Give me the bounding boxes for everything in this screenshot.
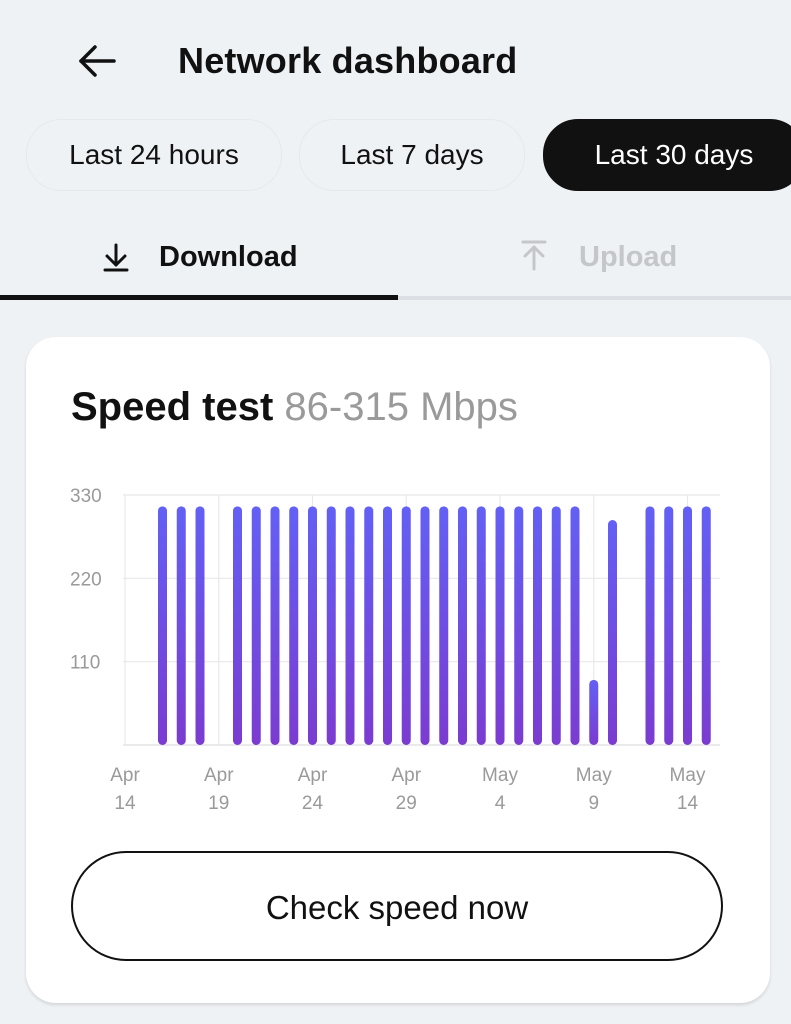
tab-download-label: Download [159, 241, 298, 273]
x-tick-label-day: 4 [495, 793, 506, 814]
bar-apr-22[interactable] [270, 506, 280, 745]
page-title: Network dashboard [178, 40, 518, 81]
back-button[interactable] [74, 38, 120, 84]
bar-may-4[interactable] [495, 506, 505, 745]
bar-may-9[interactable] [589, 679, 599, 745]
bar-apr-23[interactable] [289, 506, 299, 745]
bar-apr-16[interactable] [158, 506, 167, 745]
arrow-up-icon [521, 240, 547, 271]
bar-apr-27[interactable] [364, 506, 374, 745]
bar-apr-18[interactable] [195, 506, 205, 745]
x-tick-label-day: 14 [677, 793, 699, 814]
time-range-filters: Last 24 hours Last 7 days Last 30 days [26, 119, 791, 191]
x-tick-label-month: May [482, 765, 518, 786]
bar-apr-28[interactable] [383, 506, 392, 745]
x-tick-label-month: Apr [110, 765, 140, 786]
bar-apr-26[interactable] [345, 506, 355, 745]
chip-last-30-days[interactable]: Last 30 days [543, 119, 791, 191]
chip-last-24-hours[interactable]: Last 24 hours [26, 119, 282, 191]
x-tick-label-day: 19 [208, 793, 229, 814]
bar-apr-30[interactable] [420, 506, 430, 745]
metric-tabs: Download Upload [0, 225, 791, 301]
bar-may-2[interactable] [458, 506, 467, 745]
arrow-left-icon [79, 45, 116, 77]
x-tick-label-month: May [576, 765, 612, 786]
bar-apr-24[interactable] [308, 506, 317, 745]
x-tick-label-day: 29 [396, 793, 417, 814]
x-tick-label-month: Apr [298, 765, 328, 786]
bar-may-14[interactable] [683, 506, 692, 745]
bar-may-7[interactable] [551, 506, 561, 745]
chip-last-7-days[interactable]: Last 7 days [299, 119, 525, 191]
arrow-down-icon [103, 243, 129, 272]
bar-may-15[interactable] [701, 506, 711, 745]
tab-upload-label: Upload [579, 241, 678, 273]
app-header: Network dashboard [0, 0, 791, 115]
bar-apr-17[interactable] [176, 506, 186, 745]
bar-apr-21[interactable] [251, 506, 261, 745]
y-tick-label: 110 [70, 653, 100, 674]
x-tick-label-month: Apr [391, 765, 421, 786]
bar-may-3[interactable] [476, 506, 486, 745]
bar-may-10[interactable] [608, 520, 617, 745]
bar-apr-25[interactable] [326, 506, 336, 745]
x-tick-label-month: May [670, 765, 706, 786]
y-tick-label: 220 [70, 569, 102, 590]
y-tick-label: 330 [70, 486, 102, 507]
speed-chart: 110 220 330 Apr 14 Apr 19 Apr 24 Apr 29 May 4 May 9 May… [70, 486, 720, 814]
x-tick-label-day: 14 [114, 793, 136, 814]
x-tick-label-day: 24 [302, 793, 324, 814]
x-tick-label-day: 9 [588, 793, 599, 814]
bar-may-8[interactable] [570, 506, 580, 745]
x-tick-label-month: Apr [204, 765, 234, 786]
bar-may-6[interactable] [533, 506, 542, 745]
bar-apr-29[interactable] [401, 506, 411, 745]
speed-test-card: Speed test 86-315 Mbps 110 220 330 Apr 14 Apr… [26, 337, 770, 1003]
bar-apr-20[interactable] [233, 506, 242, 745]
bar-may-5[interactable] [514, 506, 524, 745]
tab-download[interactable]: Download [0, 225, 395, 295]
check-speed-now-button[interactable]: Check speed now [71, 851, 723, 961]
bar-may-1[interactable] [439, 506, 449, 745]
bar-may-12[interactable] [645, 506, 655, 745]
tab-upload[interactable]: Upload [396, 225, 791, 295]
active-tab-indicator [0, 295, 398, 300]
bar-may-13[interactable] [664, 506, 674, 745]
